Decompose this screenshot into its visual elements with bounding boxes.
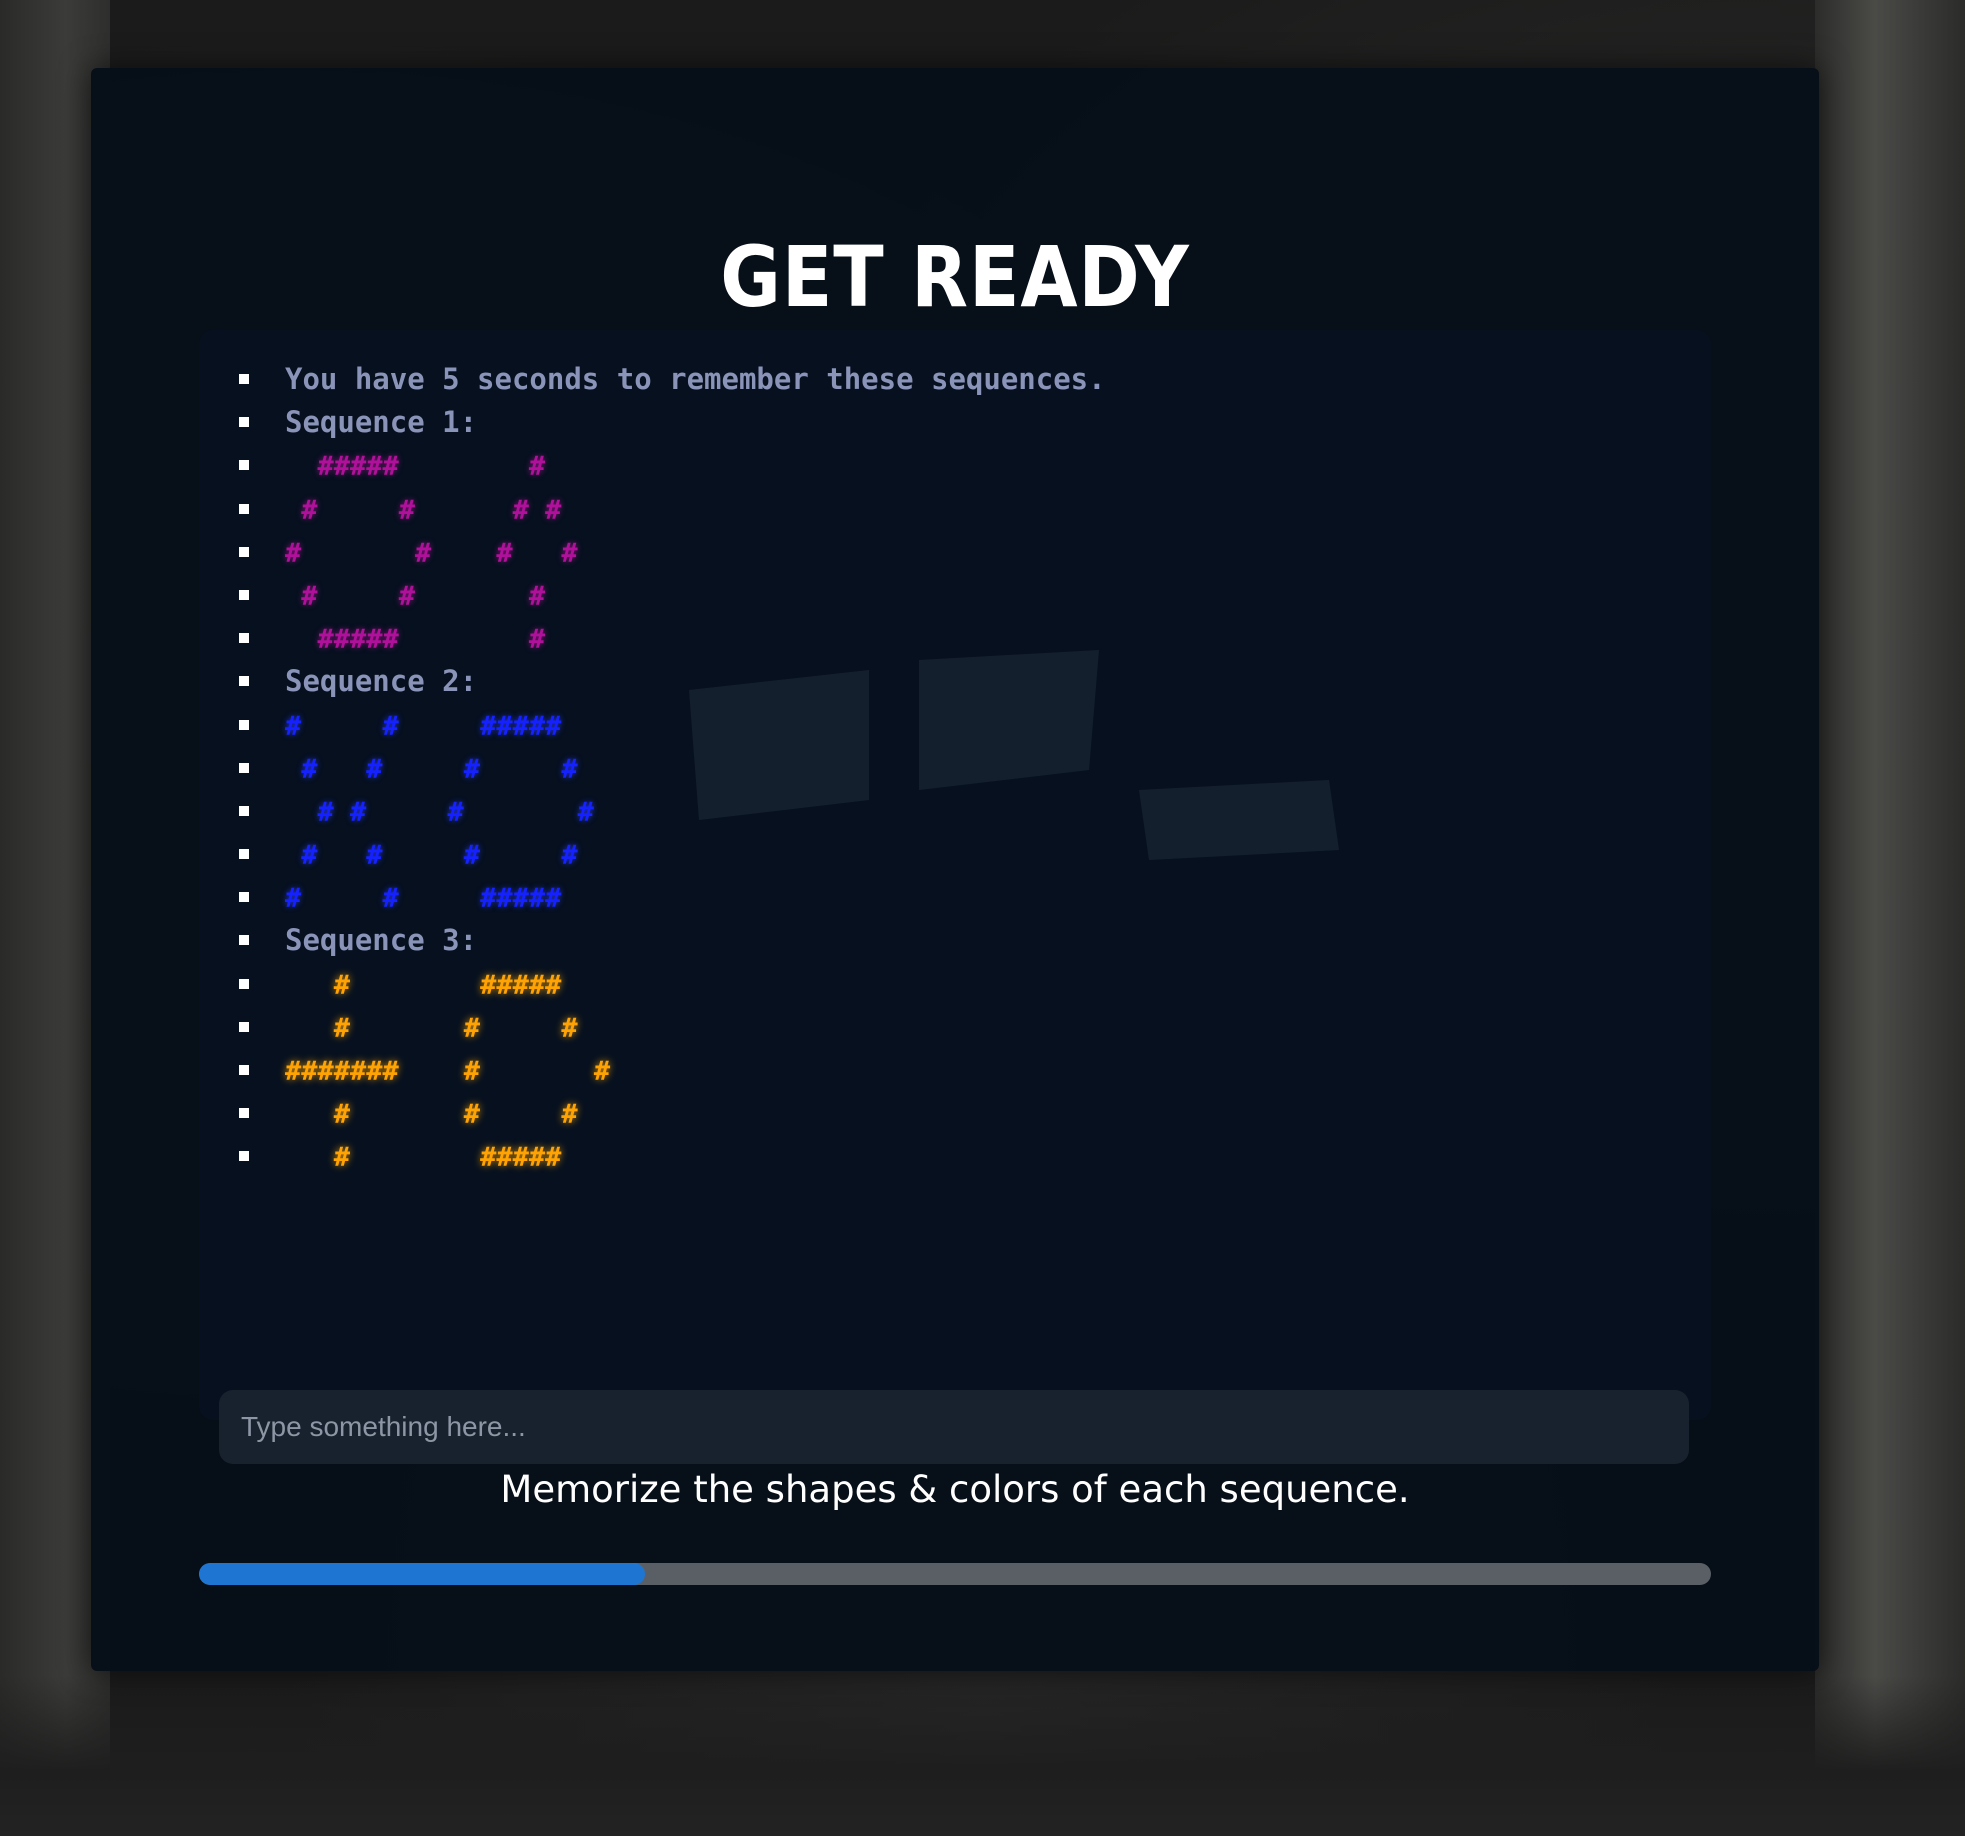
terminal-text-line: Sequence 2: <box>237 660 1106 703</box>
bullet-icon <box>239 978 249 989</box>
bullet-icon <box>239 1021 249 1032</box>
bullet-icon <box>239 676 249 687</box>
background-bottom <box>0 1676 1965 1836</box>
line-text: Sequence 2: <box>285 664 478 699</box>
line-text: # # # <box>285 1012 578 1044</box>
sequence-art-line: # # # # <box>237 747 1106 790</box>
line-text: # # ##### <box>285 883 562 915</box>
bullet-icon <box>239 589 249 600</box>
sequence-art-line: ####### # # <box>237 1049 1106 1092</box>
terminal-text-line: Sequence 1: <box>237 401 1106 444</box>
sequence-art-line: # # # # <box>237 833 1106 876</box>
sequence-art-line: # # ##### <box>237 704 1106 747</box>
bullet-icon <box>239 805 249 816</box>
line-text: # # # <box>285 580 546 612</box>
bullet-icon <box>239 849 249 860</box>
sequence-art-line: # # ##### <box>237 876 1106 919</box>
line-text: You have 5 seconds to remember these seq… <box>285 362 1106 396</box>
background-right <box>1815 0 1965 1836</box>
timer-progress-bar <box>199 1563 1711 1585</box>
line-text: # # # # <box>285 753 578 785</box>
line-text: # # # # <box>285 840 578 872</box>
bullet-icon <box>239 417 249 428</box>
line-text: # # ##### <box>285 710 562 742</box>
terminal-text-line: You have 5 seconds to remember these seq… <box>237 358 1106 401</box>
line-text: # ##### <box>285 969 562 1001</box>
sequence-art-line: # # # # <box>237 790 1106 833</box>
bullet-icon <box>239 503 249 514</box>
terminal-window: You have 5 seconds to remember these seq… <box>199 330 1711 1464</box>
bullet-icon <box>239 1108 249 1119</box>
line-text: # # # <box>285 1099 578 1131</box>
line-text: # # # # <box>285 494 562 526</box>
bullet-icon <box>239 719 249 730</box>
command-input-container <box>219 1390 1689 1464</box>
bullet-icon <box>239 762 249 773</box>
bullet-icon <box>239 374 249 384</box>
command-input[interactable] <box>219 1390 1689 1464</box>
line-text: # # # # <box>285 796 594 828</box>
sequence-art-line: # # # <box>237 574 1106 617</box>
line-text: # ##### <box>285 1142 562 1174</box>
line-text: ####### # # <box>285 1056 611 1087</box>
sequence-art-line: # ##### <box>237 963 1106 1006</box>
sequence-art-line: ##### # <box>237 444 1106 487</box>
sequence-art-line: # # # # <box>237 488 1106 531</box>
terminal-output: You have 5 seconds to remember these seq… <box>237 358 1106 1179</box>
sequence-art-line: # ##### <box>237 1135 1106 1178</box>
sequence-art-line: # # # # <box>237 531 1106 574</box>
terminal-text-line: Sequence 3: <box>237 919 1106 962</box>
line-text: # # # # <box>285 537 578 569</box>
page-title: GET READY <box>720 228 1190 326</box>
bullet-icon <box>239 1151 249 1162</box>
line-text: ##### # <box>285 624 546 656</box>
bullet-icon <box>239 935 249 946</box>
minigame-panel: GET READY You have 5 seconds to remember… <box>91 68 1819 1671</box>
bullet-icon <box>239 546 249 557</box>
line-text: Sequence 3: <box>285 923 478 958</box>
sequence-art-line: # # # <box>237 1092 1106 1135</box>
line-text: ##### # <box>285 451 546 483</box>
bullet-icon <box>239 460 249 471</box>
line-text: Sequence 1: <box>285 405 478 440</box>
bullet-icon <box>239 633 249 644</box>
sequence-art-line: ##### # <box>237 617 1106 660</box>
bullet-icon <box>239 892 249 903</box>
bullet-icon <box>239 1065 249 1075</box>
sequence-art-line: # # # <box>237 1006 1106 1049</box>
timer-progress-fill <box>199 1563 646 1585</box>
instruction-text: Memorize the shapes & colors of each seq… <box>500 1468 1410 1511</box>
